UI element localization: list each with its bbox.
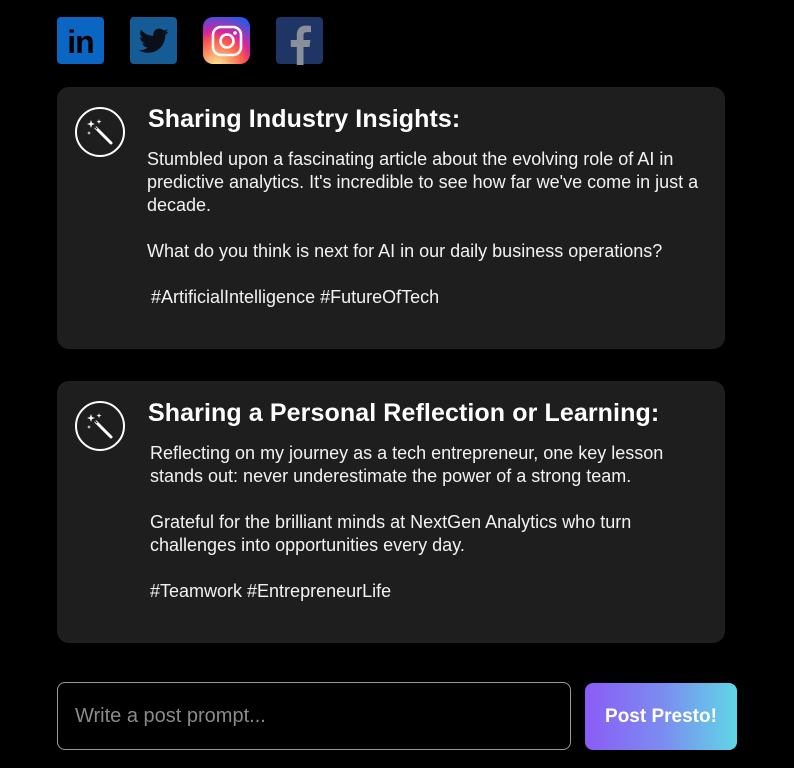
linkedin-label: in xyxy=(67,23,94,60)
instagram-icon[interactable] xyxy=(203,17,250,64)
post-title: Sharing Industry Insights: xyxy=(148,105,461,133)
post-card: Sharing Industry Insights: Stumbled upon… xyxy=(57,87,725,349)
post-prompt-input[interactable] xyxy=(57,682,571,750)
post-card: Sharing a Personal Reflection or Learnin… xyxy=(57,381,725,643)
post-paragraph: Grateful for the brilliant minds at Next… xyxy=(150,512,632,555)
post-title: Sharing a Personal Reflection or Learnin… xyxy=(148,399,660,427)
facebook-icon[interactable] xyxy=(276,17,323,65)
post-hashtags: #Teamwork #EntrepreneurLife xyxy=(150,581,392,601)
post-paragraph: Reflecting on my journey as a tech entre… xyxy=(150,443,664,486)
twitter-icon[interactable] xyxy=(130,17,177,64)
magic-wand-icon[interactable] xyxy=(75,401,125,451)
linkedin-icon[interactable]: in xyxy=(57,17,104,64)
post-paragraph: What do you think is next for AI in our … xyxy=(147,241,663,261)
magic-wand-icon[interactable] xyxy=(75,107,125,157)
post-presto-button[interactable]: Post Presto! xyxy=(585,683,737,750)
post-body: Reflecting on my journey as a tech entre… xyxy=(150,442,710,603)
social-links: in xyxy=(57,17,323,65)
post-paragraph: Stumbled upon a fascinating article abou… xyxy=(147,149,699,215)
post-body: Stumbled upon a fascinating article abou… xyxy=(147,148,707,309)
post-hashtags: #ArtificialIntelligence #FutureOfTech xyxy=(151,287,440,307)
